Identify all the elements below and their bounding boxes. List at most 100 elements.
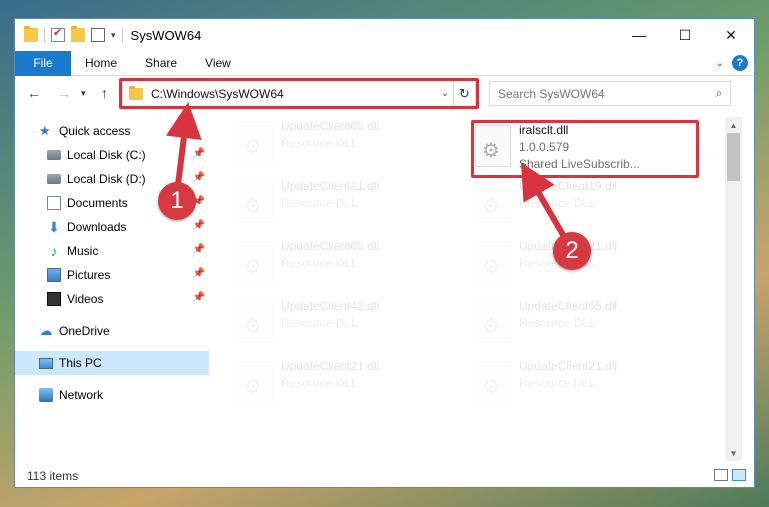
close-button[interactable]: ✕ <box>708 19 754 51</box>
sidebar-item-label: This PC <box>59 356 102 370</box>
scrollbar-thumb[interactable] <box>727 133 740 181</box>
tab-view[interactable]: View <box>191 56 245 70</box>
file-name: UpdateClient21.dll <box>519 359 618 373</box>
file-name: UpdateClient65.dll <box>519 299 618 313</box>
customize-icon[interactable] <box>91 28 105 42</box>
new-folder-icon[interactable] <box>71 26 85 42</box>
scroll-down-arrow-icon[interactable]: ▼ <box>725 445 742 461</box>
file-item[interactable]: UpdateClient65.dll Resource DLL <box>215 239 441 291</box>
dll-file-icon <box>237 361 273 403</box>
file-item[interactable]: UpdateClient21.dll Resource DLL <box>215 179 441 231</box>
tab-share[interactable]: Share <box>131 56 191 70</box>
pictures-icon <box>47 268 61 282</box>
pin-icon[interactable]: 📌 <box>193 172 205 183</box>
file-item[interactable]: UpdateClient19.dll Resource DLL <box>453 179 679 231</box>
dll-file-icon <box>237 241 273 283</box>
videos-icon <box>47 292 61 306</box>
back-arrow-icon[interactable]: ← <box>27 85 41 101</box>
sidebar-item-label: Downloads <box>67 220 127 234</box>
tab-home[interactable]: Home <box>71 56 131 70</box>
step-1-badge: 1 <box>158 182 196 220</box>
dll-file-icon <box>475 301 511 343</box>
refresh-icon[interactable]: ↻ <box>453 81 475 106</box>
pin-icon[interactable]: 📌 <box>193 268 205 279</box>
file-item[interactable]: UpdateClient21.dll Resource DLL <box>453 359 679 411</box>
file-name: iralsclt.dll <box>519 123 569 137</box>
file-type: Resource DLL <box>519 316 596 330</box>
file-type: Resource DLL <box>519 376 596 390</box>
sidebar-item-label: Network <box>59 388 104 402</box>
dll-file-icon <box>475 125 511 167</box>
view-switcher <box>714 469 746 481</box>
file-name: UpdateClient19.dll <box>519 179 618 193</box>
sidebar-item-onedrive[interactable]: ☁ OneDrive <box>15 319 209 343</box>
address-bar[interactable]: C:\Windows\SysWOW64 ⌄ ↻ <box>122 80 476 107</box>
sidebar-item-label: OneDrive <box>59 324 110 338</box>
step-2-badge: 2 <box>553 232 591 270</box>
documents-icon <box>47 196 61 210</box>
dll-file-icon <box>237 181 273 223</box>
file-item-iralsclt[interactable]: iralsclt.dll 1.0.0.579 Shared LiveSubscr… <box>453 123 679 175</box>
pin-icon[interactable]: 📌 <box>193 244 205 255</box>
cloud-icon: ☁ <box>39 323 53 338</box>
navigation-pane: ★ Quick access Local Disk (C:) 📌 Local D… <box>15 117 209 461</box>
maximize-button[interactable]: ☐ <box>662 19 708 51</box>
file-item[interactable]: UpdateClient65.dll Resource DLL <box>215 119 441 171</box>
file-name: UpdateClient65.dll <box>281 239 380 253</box>
window-controls: — ☐ ✕ <box>616 19 754 51</box>
title-bar: ▾ SysWOW64 — ☐ ✕ <box>15 19 754 51</box>
file-version: 1.0.0.579 <box>519 140 570 154</box>
explorer-window: ▾ SysWOW64 — ☐ ✕ File Home Share View ⌄ … <box>14 18 755 488</box>
file-type: Resource DLL <box>281 196 358 210</box>
file-name: UpdateClient21.dll <box>281 359 380 373</box>
file-item[interactable]: UpdateClient42.dll Resource DLL <box>215 299 441 351</box>
dll-file-icon <box>237 301 273 343</box>
file-item[interactable]: UpdateClient21.dll Resource DLL <box>215 359 441 411</box>
tab-file[interactable]: File <box>15 50 71 76</box>
recent-locations-chevron-icon[interactable]: ▾ <box>81 88 86 99</box>
sidebar-item-music[interactable]: ♪ Music 📌 <box>15 239 209 263</box>
properties-check-icon[interactable] <box>51 26 65 42</box>
sidebar-item-videos[interactable]: Videos 📌 <box>15 287 209 311</box>
file-type: Resource DLL <box>281 376 358 390</box>
sidebar-item-network[interactable]: Network <box>15 383 209 407</box>
sidebar-item-pictures[interactable]: Pictures 📌 <box>15 263 209 287</box>
file-description: Shared LiveSubscrib... <box>519 157 640 171</box>
star-icon: ★ <box>39 123 51 138</box>
search-box[interactable]: ⌕ <box>489 81 731 106</box>
computer-icon <box>39 357 53 369</box>
pin-icon[interactable]: 📌 <box>193 220 205 231</box>
vertical-scrollbar[interactable]: ▲ ▼ <box>725 117 742 461</box>
sidebar-item-label: Local Disk (C:) <box>67 148 146 162</box>
network-icon <box>39 388 53 402</box>
dll-file-icon <box>237 121 273 163</box>
address-path[interactable]: C:\Windows\SysWOW64 <box>151 87 437 101</box>
minimize-button[interactable]: — <box>616 19 662 51</box>
sidebar-item-quick-access[interactable]: ★ Quick access <box>15 119 209 143</box>
dll-file-icon <box>475 241 511 283</box>
scroll-up-arrow-icon[interactable]: ▲ <box>725 117 742 133</box>
chevron-down-icon[interactable]: ▾ <box>111 30 116 41</box>
up-arrow-icon[interactable]: ↑ <box>101 85 108 101</box>
file-list: UpdateClient65.dll Resource DLL UpdateCli… <box>215 117 720 461</box>
search-icon[interactable]: ⌕ <box>708 86 730 101</box>
music-icon: ♪ <box>50 243 58 259</box>
forward-arrow-icon[interactable]: → <box>57 85 71 101</box>
sidebar-item-local-disk-c[interactable]: Local Disk (C:) 📌 <box>15 143 209 167</box>
details-view-icon[interactable] <box>714 469 728 481</box>
drive-icon <box>47 150 61 160</box>
pin-icon[interactable]: 📌 <box>193 292 205 303</box>
navigation-bar: ← → ▾ ↑ C:\Windows\SysWOW64 ⌄ ↻ ⌕ <box>15 78 754 109</box>
file-item[interactable]: UpdateClient65.dll Resource DLL <box>453 299 679 351</box>
large-icons-view-icon[interactable] <box>732 469 746 481</box>
divider <box>121 27 123 43</box>
help-icon[interactable]: ? <box>732 55 748 71</box>
file-type: Resource DLL <box>281 136 358 150</box>
folder-icon <box>129 85 143 100</box>
expand-ribbon-chevron-icon[interactable]: ⌄ <box>716 58 724 69</box>
file-name: UpdateClient65.dll <box>281 119 380 133</box>
search-input[interactable] <box>490 82 708 105</box>
sidebar-item-this-pc[interactable]: This PC <box>15 351 209 375</box>
pin-icon[interactable]: 📌 <box>193 148 205 159</box>
address-dropdown-chevron-icon[interactable]: ⌄ <box>437 88 453 99</box>
